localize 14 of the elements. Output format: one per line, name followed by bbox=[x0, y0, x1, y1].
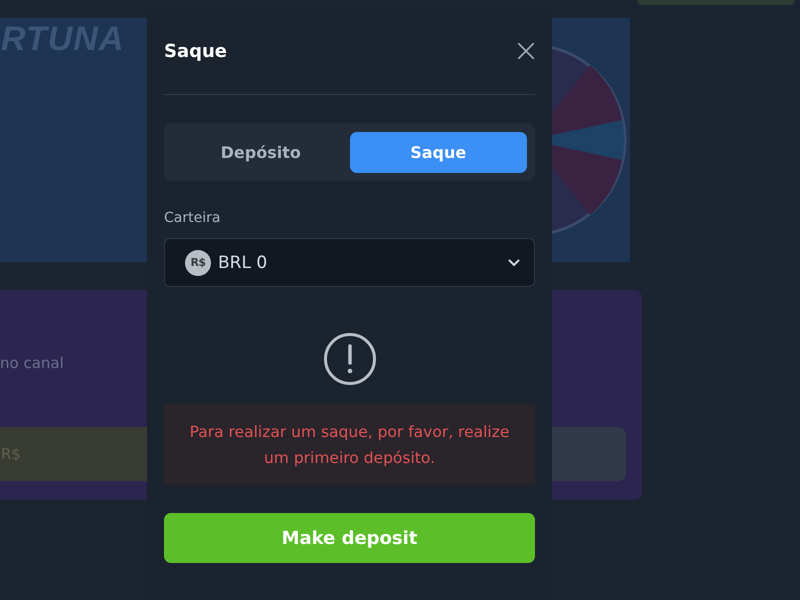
wallet-label: Carteira bbox=[164, 210, 222, 226]
wallet-value: BRL 0 bbox=[218, 252, 268, 272]
tab[interactable]: Saque bbox=[350, 132, 527, 172]
close-icon[interactable] bbox=[517, 42, 535, 60]
caret-icon bbox=[508, 258, 520, 266]
wallet-select[interactable]: R$ BRL 0 bbox=[164, 238, 535, 287]
make-deposit-button[interactable]: Make deposit bbox=[164, 513, 535, 563]
promo-secondary-button[interactable] bbox=[552, 427, 626, 481]
currency-icon: R$ bbox=[185, 250, 211, 276]
dialog-title: Saque bbox=[164, 40, 228, 62]
promo-text: no canal bbox=[0, 354, 65, 372]
notice-text: Para realizar um saque, por favor, realize um primeiro depósito. bbox=[188, 422, 510, 468]
exclamation-icon bbox=[322, 332, 376, 386]
tab[interactable]: Depósito bbox=[172, 132, 350, 172]
